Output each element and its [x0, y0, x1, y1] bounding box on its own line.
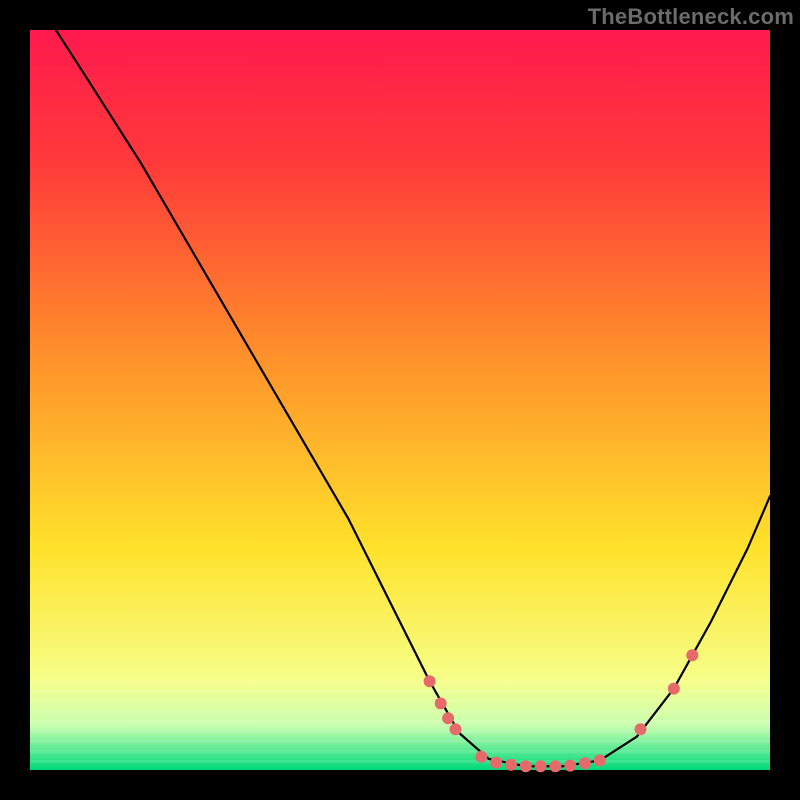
chart-svg [0, 0, 800, 800]
marker-dot [549, 760, 561, 772]
marker-dot [490, 757, 502, 769]
marker-dot [520, 760, 532, 772]
marker-dot [435, 697, 447, 709]
marker-dot [475, 751, 487, 763]
marker-dot [535, 760, 547, 772]
chart-stage: TheBottleneck.com [0, 0, 800, 800]
marker-dot [594, 754, 606, 766]
plot-background [30, 30, 770, 770]
marker-dot [635, 723, 647, 735]
marker-dot [450, 723, 462, 735]
marker-dot [668, 683, 680, 695]
marker-dot [579, 757, 591, 769]
marker-dot [564, 760, 576, 772]
marker-dot [686, 649, 698, 661]
marker-dot [442, 712, 454, 724]
marker-dot [505, 759, 517, 771]
marker-dot [424, 675, 436, 687]
watermark-text: TheBottleneck.com [588, 4, 794, 30]
